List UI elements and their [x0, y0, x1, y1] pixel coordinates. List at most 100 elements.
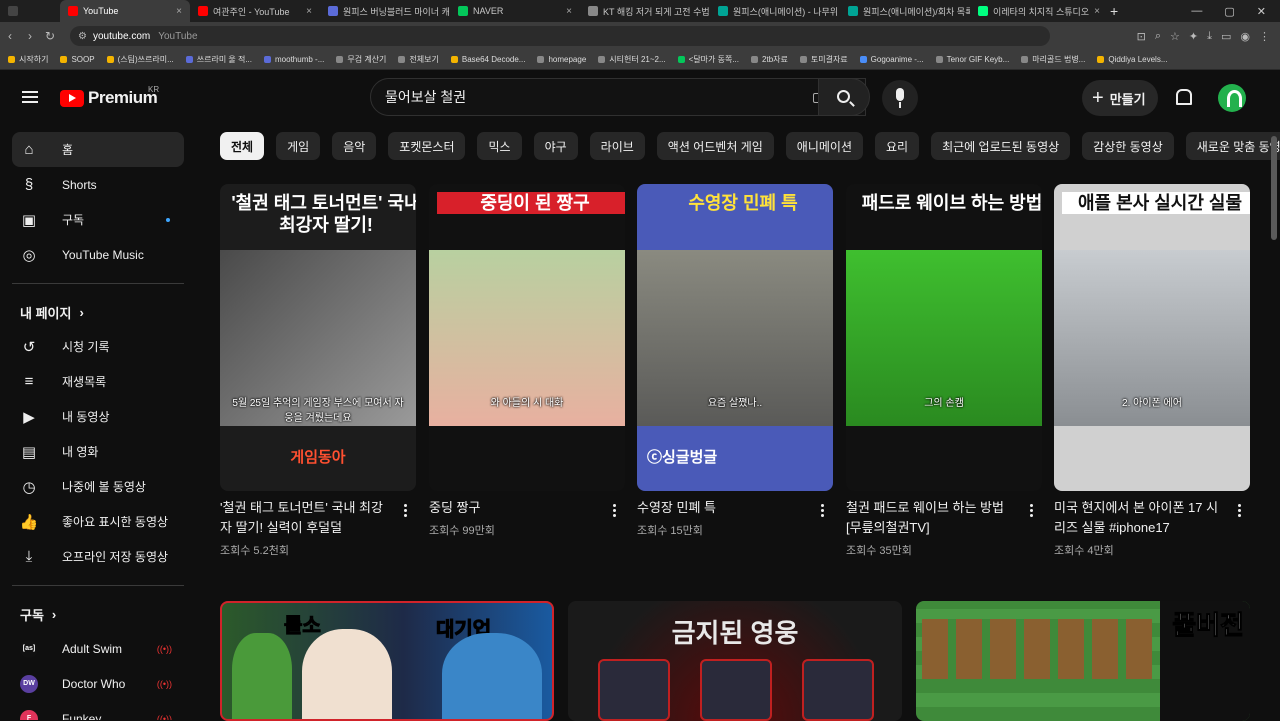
- search-box[interactable]: ✕: [370, 78, 866, 116]
- tab-close-icon[interactable]: ×: [306, 6, 312, 17]
- search-button[interactable]: [818, 78, 870, 116]
- zoom-icon[interactable]: ⌕: [1155, 30, 1161, 43]
- filter-chip[interactable]: 전체: [220, 132, 265, 160]
- tab-close-icon[interactable]: ×: [566, 6, 572, 17]
- filter-chip[interactable]: 액션 어드벤처 게임: [656, 132, 774, 160]
- browser-tab[interactable]: YouTube ×: [60, 0, 190, 22]
- youtube-premium-logo[interactable]: Premium: [60, 88, 158, 108]
- filter-chip[interactable]: 새로운 맞춤 동영상: [1185, 132, 1280, 160]
- filter-chip[interactable]: 야구: [533, 132, 578, 160]
- shorts-card[interactable]: 패드로 웨이브 하는 방법 그의 손캠 철권 패드로 웨이브 하는 방법 [무릎의철…: [846, 184, 1042, 557]
- sidebar-item[interactable]: ≡ 재생목록: [12, 364, 184, 399]
- voice-search-icon[interactable]: [882, 80, 918, 116]
- maximize-icon[interactable]: ▢: [1224, 5, 1234, 18]
- sidebar-item[interactable]: 👍 좋아요 표시한 동영상: [12, 504, 184, 539]
- filter-chip[interactable]: 애니메이션: [785, 132, 863, 160]
- download-icon[interactable]: ⤓: [1207, 30, 1212, 43]
- more-options-icon[interactable]: [821, 504, 825, 518]
- sidebar-item[interactable]: ◷ 나중에 볼 동영상: [12, 469, 184, 504]
- shorts-thumbnail[interactable]: 패드로 웨이브 하는 방법 그의 손캠: [846, 184, 1042, 491]
- bookmark-item[interactable]: Base64 Decode...: [450, 55, 525, 64]
- bookmark-item[interactable]: 시티헌터 21~2...: [598, 54, 666, 65]
- sidebar-item[interactable]: ▤ 내 영화: [12, 434, 184, 469]
- search-input[interactable]: [385, 89, 765, 105]
- bookmark-item[interactable]: 쓰르라미 울 적...: [185, 54, 252, 65]
- subscriptions-heading[interactable]: 구독 ›: [0, 597, 196, 631]
- browser-tab[interactable]: [0, 0, 60, 22]
- more-options-icon[interactable]: [404, 504, 408, 518]
- notifications-bell-icon[interactable]: [1174, 88, 1192, 105]
- site-info-icon[interactable]: ⚙: [78, 31, 87, 42]
- tab-close-icon[interactable]: ×: [176, 6, 182, 17]
- browser-tab[interactable]: 원피스 버닝블러드 마이너 캐×: [320, 0, 450, 22]
- bookmark-item[interactable]: (스팀)쓰르라미...: [106, 54, 174, 65]
- bookmark-item[interactable]: Gogoanime -...: [859, 55, 924, 64]
- sidebar-item[interactable]: ▶ 내 동영상: [12, 399, 184, 434]
- browser-tab[interactable]: 이레타의 치지직 스튜디오 ×: [970, 0, 1100, 22]
- bookmark-item[interactable]: 마리골드 법병...: [1021, 54, 1085, 65]
- bookmark-item[interactable]: 시작하기: [8, 54, 48, 65]
- browser-tab[interactable]: 원피스(애니메이션)/회차 목록×: [840, 0, 970, 22]
- bookmark-item[interactable]: 전체보기: [398, 54, 439, 65]
- shorts-thumbnail[interactable]: '철권 태그 토너먼트' 국내 최강자 딸기! 5월 25일 추억의 게임장 부스…: [220, 184, 416, 491]
- bookmark-item[interactable]: 무검 계산기: [336, 54, 386, 65]
- forward-icon[interactable]: ›: [20, 29, 40, 43]
- browser-tab[interactable]: NAVER ×: [450, 0, 580, 22]
- shorts-thumbnail[interactable]: 수영장 민폐 특 요즘 살쪘나.. ⓒ싱글벙글: [637, 184, 833, 491]
- shorts-card[interactable]: 애플 본사 실시간 실물 2. 아이폰 에어 미국 현지에서 본 아이폰 17 시리…: [1054, 184, 1250, 557]
- browser-tab[interactable]: 여관주인 - YouTube ×: [190, 0, 320, 22]
- shorts-title[interactable]: 수영장 민폐 특 조회수 15만회: [637, 498, 803, 541]
- bookmark-item[interactable]: Tenor GIF Keyb...: [935, 55, 1009, 64]
- cast-icon[interactable]: ▭: [1221, 30, 1231, 43]
- filter-chip[interactable]: 라이브: [589, 132, 645, 160]
- browser-tab[interactable]: KT 해킹 저거 되게 고전 수법×: [580, 0, 710, 22]
- filter-chip[interactable]: 포켓몬스터: [388, 132, 466, 160]
- shorts-title[interactable]: 철권 패드로 웨이브 하는 방법 [무릎의철권TV] 조회수 35만회: [846, 498, 1012, 561]
- filter-chip[interactable]: 믹스: [477, 132, 522, 160]
- close-window-icon[interactable]: ✕: [1257, 5, 1266, 18]
- sidebar-item[interactable]: ◎ YouTube Music: [12, 237, 184, 272]
- video-thumbnail[interactable]: 금지된 영웅: [568, 601, 902, 721]
- sidebar-item[interactable]: ⤓ 오프라인 저장 동영상: [12, 539, 184, 574]
- video-thumbnail[interactable]: 풀버전: [916, 601, 1250, 721]
- back-icon[interactable]: ‹: [0, 29, 20, 43]
- bookmark-item[interactable]: moothumb -...: [264, 55, 324, 64]
- shorts-card[interactable]: '철권 태그 토너먼트' 국내 최강자 딸기! 5월 25일 추억의 게임장 부스…: [220, 184, 416, 557]
- filter-chip[interactable]: 요리: [875, 132, 920, 160]
- sidebar-item[interactable]: ▣ 구독: [12, 202, 184, 237]
- page-scrollbar[interactable]: [1271, 136, 1277, 240]
- hamburger-menu-icon[interactable]: [22, 91, 38, 103]
- bookmark-item[interactable]: 2tb자료: [751, 54, 788, 65]
- shorts-thumbnail[interactable]: 중딩이 된 짱구 와 아들의 시 대화: [429, 184, 625, 491]
- more-options-icon[interactable]: [1238, 504, 1242, 518]
- shorts-title[interactable]: 미국 현지에서 본 아이폰 17 시리즈 실물 #iphone17 조회수 4만회: [1054, 498, 1220, 561]
- extensions-icon[interactable]: ✦: [1189, 30, 1198, 43]
- bookmark-item[interactable]: 토미결자료: [799, 54, 848, 65]
- reload-icon[interactable]: ↻: [40, 29, 60, 43]
- more-options-icon[interactable]: [613, 504, 617, 518]
- sidebar-item[interactable]: ↺ 시청 기록: [12, 329, 184, 364]
- subscription-item[interactable]: DW Doctor Who ((•)): [12, 666, 184, 701]
- subscription-item[interactable]: F Funkey ((•)): [12, 701, 184, 720]
- shorts-title[interactable]: '철권 태그 토너먼트' 국내 최강자 딸기! 실력이 후덜덜 조회수 5.2천회: [220, 498, 386, 561]
- bookmark-item[interactable]: SOOP: [60, 55, 95, 64]
- profile-icon[interactable]: ◉: [1240, 30, 1250, 43]
- sidebar-item[interactable]: § Shorts: [12, 167, 184, 202]
- bookmark-item[interactable]: Qiddiya Levels...: [1097, 55, 1168, 64]
- shorts-card[interactable]: 수영장 민폐 특 요즘 살쪘나.. ⓒ싱글벙글 수영장 민폐 특 조회수 15만회: [637, 184, 833, 537]
- more-options-icon[interactable]: [1030, 504, 1034, 518]
- filter-chip[interactable]: 게임: [276, 132, 321, 160]
- subscription-item[interactable]: [as] Adult Swim ((•)): [12, 631, 184, 666]
- account-avatar[interactable]: [1218, 84, 1246, 112]
- translate-icon[interactable]: ⊡: [1137, 30, 1146, 43]
- filter-chip[interactable]: 최근에 업로드된 동영상: [931, 132, 1071, 160]
- new-tab-button[interactable]: +: [1100, 3, 1128, 19]
- video-thumbnail[interactable]: 롤소 대기업: [220, 601, 554, 721]
- bookmark-item[interactable]: homepage: [537, 55, 586, 64]
- browser-tab[interactable]: 원피스(애니메이션) - 나무위×: [710, 0, 840, 22]
- shorts-thumbnail[interactable]: 애플 본사 실시간 실물 2. 아이폰 에어: [1054, 184, 1250, 491]
- create-button[interactable]: + 만들기: [1082, 80, 1158, 116]
- filter-chip[interactable]: 음악: [332, 132, 377, 160]
- bookmark-item[interactable]: <달마가 동쪽...: [677, 54, 739, 65]
- shorts-card[interactable]: 중딩이 된 짱구 와 아들의 시 대화 중딩 짱구 조회수 99만회: [429, 184, 625, 537]
